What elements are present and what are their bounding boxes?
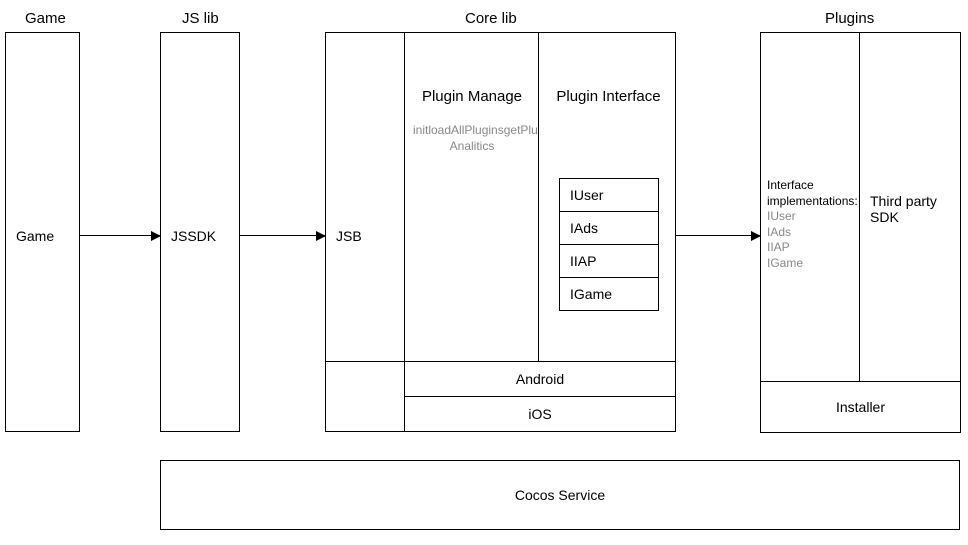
interface-iiap: IIAP (560, 245, 658, 278)
ios-box: iOS (404, 396, 676, 432)
game-label: Game (16, 228, 54, 244)
interface-iuser: IUser (560, 179, 658, 212)
jsb-label: JSB (336, 228, 362, 244)
arrow-core-to-plugins (675, 235, 760, 236)
arrow-jssdk-to-core (240, 235, 325, 236)
jssdk-box: JSSDK (160, 32, 240, 432)
impl-igame: IGame (767, 256, 857, 272)
impl-title: Interface implementations: (767, 178, 857, 209)
cocos-service-box: Cocos Service (160, 460, 960, 530)
plugins-box: Interface implementations: IUser IAds II… (760, 32, 960, 432)
plugin-interface-box: Plugin Interface IUser IAds IIAP IGame (538, 32, 676, 362)
ios-label: iOS (528, 406, 551, 422)
impl-iuser: IUser (767, 209, 857, 225)
installer-label: Installer (836, 399, 885, 415)
impl-iads: IAds (767, 225, 857, 241)
core-lib-box: JSB Plugin Manage initloadAllPluginsgetP… (325, 32, 675, 432)
plugin-manage-label: Plugin Manage (413, 88, 531, 105)
interface-iads: IAds (560, 212, 658, 245)
third-party-label: Third party SDK (870, 193, 955, 225)
interface-igame: IGame (560, 278, 658, 310)
header-plugins: Plugins (825, 10, 874, 27)
jssdk-label: JSSDK (171, 228, 216, 244)
jsb-box: JSB (325, 32, 405, 362)
arrow-game-to-jssdk (80, 235, 160, 236)
header-game: Game (25, 10, 66, 27)
plugin-manage-box: Plugin Manage initloadAllPluginsgetPlugi… (404, 32, 539, 362)
impl-box: Interface implementations: IUser IAds II… (760, 32, 860, 382)
plugin-manage-subtext: initloadAllPluginsgetPlugin…Analitics (413, 123, 531, 154)
plugin-interface-label: Plugin Interface (551, 88, 666, 105)
impl-iiap: IIAP (767, 240, 857, 256)
header-jslib: JS lib (182, 10, 219, 27)
installer-box: Installer (760, 381, 961, 433)
game-box: Game (5, 32, 80, 432)
header-corelib: Core lib (465, 10, 517, 27)
android-box: Android (404, 361, 676, 397)
android-label: Android (516, 371, 564, 387)
interface-list: IUser IAds IIAP IGame (559, 178, 659, 311)
third-party-box: Third party SDK (859, 32, 961, 382)
cocos-service-label: Cocos Service (515, 487, 605, 503)
